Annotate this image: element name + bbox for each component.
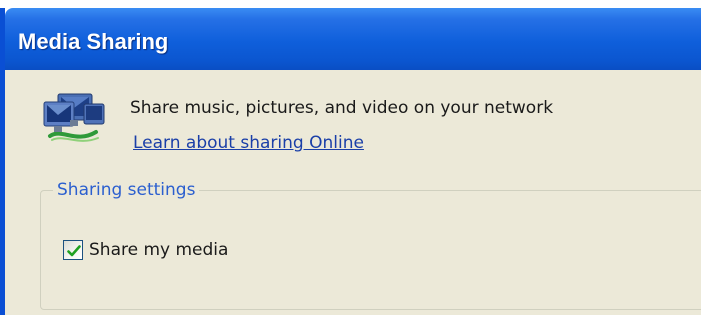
share-my-media-option[interactable]: Share my media [63,237,228,263]
share-my-media-checkbox[interactable] [63,240,83,260]
dialog-body: Share music, pictures, and video on your… [5,70,701,315]
learn-about-sharing-link[interactable]: Learn about sharing Online [133,133,364,153]
media-sharing-dialog: Media Sharing Share music, pictures, and… [0,8,701,315]
title-bar[interactable]: Media Sharing [5,8,701,70]
window-title: Media Sharing [18,29,169,54]
sharing-settings-legend: Sharing settings [53,180,200,200]
checkmark-icon [67,245,81,257]
network-sharing-icon [40,88,106,148]
share-my-media-label: Share my media [89,240,229,260]
sharing-description: Share music, pictures, and video on your… [130,98,554,118]
